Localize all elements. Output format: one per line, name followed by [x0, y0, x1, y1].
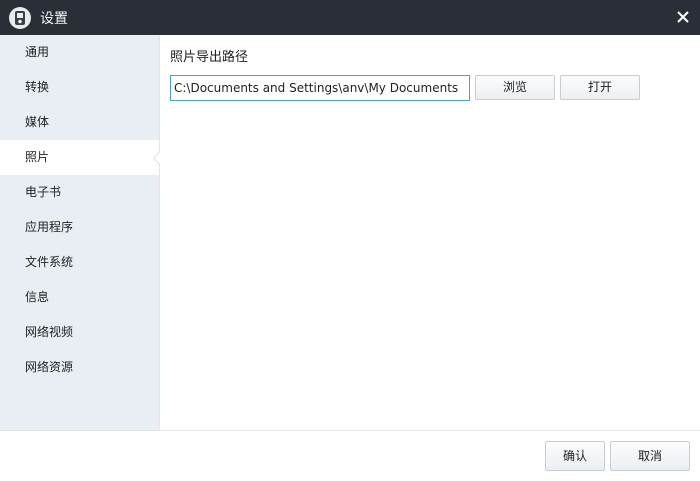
browse-button[interactable]: 浏览: [475, 75, 555, 100]
sidebar-item-web-video[interactable]: 网络视频: [0, 315, 159, 350]
open-button[interactable]: 打开: [560, 75, 640, 100]
photo-export-path-title: 照片导出路径: [170, 50, 249, 65]
sidebar-item-general[interactable]: 通用: [0, 35, 159, 70]
sidebar-item-media[interactable]: 媒体: [0, 105, 159, 140]
settings-content: 照片导出路径 浏览 打开: [160, 35, 700, 430]
sidebar-item-ebooks[interactable]: 电子书: [0, 175, 159, 210]
window-title: 设置: [40, 10, 68, 27]
sidebar-item-photos[interactable]: 照片: [0, 140, 160, 175]
sidebar-item-conversion[interactable]: 转换: [0, 70, 159, 105]
close-icon[interactable]: [674, 8, 692, 26]
sidebar-item-messages[interactable]: 信息: [0, 280, 159, 315]
sidebar-item-web-resources[interactable]: 网络资源: [0, 350, 159, 385]
ok-button[interactable]: 确认: [545, 441, 605, 471]
export-path-input[interactable]: [170, 75, 470, 101]
title-bar: 设置: [0, 0, 700, 35]
device-icon: [9, 6, 31, 29]
dialog-footer: 确认 取消: [0, 430, 700, 481]
settings-sidebar: 通用 转换 媒体 照片 电子书 应用程序 文件系统 信息 网络视频 网络资源: [0, 35, 160, 430]
sidebar-item-filesystem[interactable]: 文件系统: [0, 245, 159, 280]
cancel-button[interactable]: 取消: [610, 441, 690, 471]
sidebar-item-apps[interactable]: 应用程序: [0, 210, 159, 245]
